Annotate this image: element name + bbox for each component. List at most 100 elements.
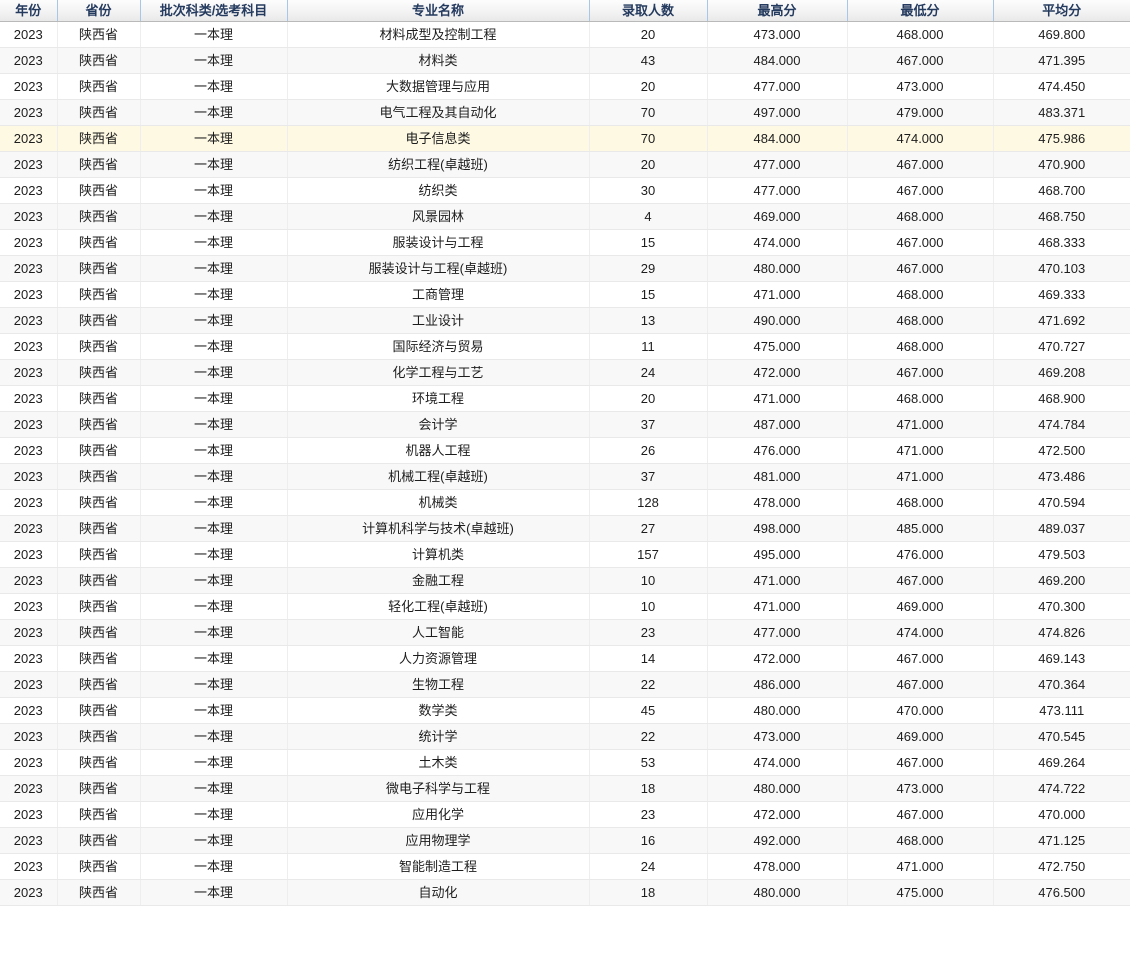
- cell-batch: 一本理: [140, 593, 288, 620]
- cell-min: 473.000: [847, 73, 994, 100]
- cell-year: 2023: [0, 645, 58, 672]
- table-row[interactable]: 2023 陕西省 一本理 智能制造工程 24 478.000 471.000 472.750: [0, 853, 1130, 880]
- cell-prov: 陕西省: [57, 567, 141, 594]
- table-row[interactable]: 2023 陕西省 一本理 环境工程 20 471.000 468.000 468.900: [0, 385, 1130, 412]
- cell-batch: 一本理: [140, 853, 288, 880]
- column-header-major[interactable]: 专业名称: [287, 0, 590, 22]
- table-row[interactable]: 2023 陕西省 一本理 电子信息类 70 484.000 474.000 475.986: [0, 125, 1130, 152]
- cell-major: 人力资源管理: [287, 645, 590, 672]
- cell-batch: 一本理: [140, 333, 288, 360]
- table-row[interactable]: 2023 陕西省 一本理 工商管理 15 471.000 468.000 469.333: [0, 281, 1130, 308]
- cell-major: 服装设计与工程: [287, 229, 590, 256]
- table-row[interactable]: 2023 陕西省 一本理 轻化工程(卓越班) 10 471.000 469.000 470.3…: [0, 593, 1130, 620]
- cell-major: 大数据管理与应用: [287, 73, 590, 100]
- cell-major: 机械类: [287, 489, 590, 516]
- table-row[interactable]: 2023 陕西省 一本理 计算机类 157 495.000 476.000 479.503: [0, 541, 1130, 568]
- table-row[interactable]: 2023 陕西省 一本理 风景园林 4 469.000 468.000 468.750: [0, 203, 1130, 230]
- cell-year: 2023: [0, 489, 58, 516]
- table-row[interactable]: 2023 陕西省 一本理 统计学 22 473.000 469.000 470.545: [0, 723, 1130, 750]
- cell-major: 微电子科学与工程: [287, 775, 590, 802]
- table-row[interactable]: 2023 陕西省 一本理 纺织工程(卓越班) 20 477.000 467.000 470.9…: [0, 151, 1130, 178]
- cell-min: 485.000: [847, 515, 994, 542]
- table-row[interactable]: 2023 陕西省 一本理 服装设计与工程(卓越班) 29 480.000 467.000 47…: [0, 255, 1130, 282]
- cell-batch: 一本理: [140, 437, 288, 464]
- cell-major: 会计学: [287, 411, 590, 438]
- cell-year: 2023: [0, 697, 58, 724]
- table-row[interactable]: 2023 陕西省 一本理 服装设计与工程 15 474.000 467.000 468.333: [0, 229, 1130, 256]
- column-header-count[interactable]: 录取人数: [589, 0, 708, 22]
- cell-prov: 陕西省: [57, 21, 141, 48]
- table-row[interactable]: 2023 陕西省 一本理 人工智能 23 477.000 474.000 474.826: [0, 619, 1130, 646]
- cell-count: 15: [589, 229, 708, 256]
- table-row[interactable]: 2023 陕西省 一本理 人力资源管理 14 472.000 467.000 469.143: [0, 645, 1130, 672]
- cell-count: 11: [589, 333, 708, 360]
- cell-min: 468.000: [847, 281, 994, 308]
- cell-max: 481.000: [707, 463, 848, 490]
- table-row[interactable]: 2023 陕西省 一本理 会计学 37 487.000 471.000 474.784: [0, 411, 1130, 438]
- cell-batch: 一本理: [140, 801, 288, 828]
- cell-count: 37: [589, 411, 708, 438]
- table-row[interactable]: 2023 陕西省 一本理 机械类 128 478.000 468.000 470.594: [0, 489, 1130, 516]
- cell-min: 467.000: [847, 255, 994, 282]
- cell-count: 23: [589, 619, 708, 646]
- table-row[interactable]: 2023 陕西省 一本理 机械工程(卓越班) 37 481.000 471.000 473.4…: [0, 463, 1130, 490]
- cell-min: 467.000: [847, 151, 994, 178]
- column-header-max[interactable]: 最高分: [707, 0, 848, 22]
- column-header-prov[interactable]: 省份: [57, 0, 141, 22]
- cell-year: 2023: [0, 723, 58, 750]
- table-row[interactable]: 2023 陕西省 一本理 材料类 43 484.000 467.000 471.395: [0, 47, 1130, 74]
- cell-batch: 一本理: [140, 671, 288, 698]
- cell-count: 70: [589, 99, 708, 126]
- cell-year: 2023: [0, 125, 58, 152]
- column-header-min[interactable]: 最低分: [847, 0, 994, 22]
- table-row[interactable]: 2023 陕西省 一本理 计算机科学与技术(卓越班) 27 498.000 485.000 4…: [0, 515, 1130, 542]
- cell-min: 471.000: [847, 437, 994, 464]
- table-row[interactable]: 2023 陕西省 一本理 国际经济与贸易 11 475.000 468.000 470.727: [0, 333, 1130, 360]
- table-row[interactable]: 2023 陕西省 一本理 微电子科学与工程 18 480.000 473.000 474.72…: [0, 775, 1130, 802]
- cell-max: 471.000: [707, 567, 848, 594]
- column-header-year[interactable]: 年份: [0, 0, 58, 22]
- cell-max: 490.000: [707, 307, 848, 334]
- table-row[interactable]: 2023 陕西省 一本理 应用物理学 16 492.000 468.000 471.125: [0, 827, 1130, 854]
- cell-prov: 陕西省: [57, 125, 141, 152]
- table-row[interactable]: 2023 陕西省 一本理 金融工程 10 471.000 467.000 469.200: [0, 567, 1130, 594]
- cell-max: 471.000: [707, 281, 848, 308]
- cell-max: 473.000: [707, 723, 848, 750]
- cell-prov: 陕西省: [57, 99, 141, 126]
- table-row[interactable]: 2023 陕西省 一本理 工业设计 13 490.000 468.000 471.692: [0, 307, 1130, 334]
- cell-min: 468.000: [847, 307, 994, 334]
- cell-major: 数学类: [287, 697, 590, 724]
- cell-batch: 一本理: [140, 775, 288, 802]
- column-header-avg[interactable]: 平均分: [993, 0, 1130, 22]
- table-row[interactable]: 2023 陕西省 一本理 材料成型及控制工程 20 473.000 468.000 469.8…: [0, 21, 1130, 48]
- table-row[interactable]: 2023 陕西省 一本理 化学工程与工艺 24 472.000 467.000 469.208: [0, 359, 1130, 386]
- table-row[interactable]: 2023 陕西省 一本理 生物工程 22 486.000 467.000 470.364: [0, 671, 1130, 698]
- table-row[interactable]: 2023 陕西省 一本理 自动化 18 480.000 475.000 476.500: [0, 879, 1130, 906]
- table-row[interactable]: 2023 陕西省 一本理 电气工程及其自动化 70 497.000 479.000 483.3…: [0, 99, 1130, 126]
- table-row[interactable]: 2023 陕西省 一本理 土木类 53 474.000 467.000 469.264: [0, 749, 1130, 776]
- table-row[interactable]: 2023 陕西省 一本理 数学类 45 480.000 470.000 473.111: [0, 697, 1130, 724]
- cell-min: 471.000: [847, 853, 994, 880]
- cell-count: 18: [589, 879, 708, 906]
- column-header-batch[interactable]: 批次科类/选考科目: [140, 0, 288, 22]
- cell-batch: 一本理: [140, 99, 288, 126]
- cell-avg: 468.333: [993, 229, 1130, 256]
- cell-year: 2023: [0, 333, 58, 360]
- cell-major: 生物工程: [287, 671, 590, 698]
- cell-major: 计算机科学与技术(卓越班): [287, 515, 590, 542]
- cell-min: 468.000: [847, 385, 994, 412]
- cell-min: 467.000: [847, 749, 994, 776]
- cell-avg: 479.503: [993, 541, 1130, 568]
- cell-batch: 一本理: [140, 619, 288, 646]
- table-header-row: 年份 省份 批次科类/选考科目 专业名称 录取人数 最高分 最低分 平均分: [0, 0, 1130, 22]
- cell-prov: 陕西省: [57, 489, 141, 516]
- cell-min: 467.000: [847, 47, 994, 74]
- cell-major: 工业设计: [287, 307, 590, 334]
- cell-major: 应用化学: [287, 801, 590, 828]
- cell-avg: 473.111: [993, 697, 1130, 724]
- table-row[interactable]: 2023 陕西省 一本理 纺织类 30 477.000 467.000 468.700: [0, 177, 1130, 204]
- table-row[interactable]: 2023 陕西省 一本理 应用化学 23 472.000 467.000 470.000: [0, 801, 1130, 828]
- table-row[interactable]: 2023 陕西省 一本理 机器人工程 26 476.000 471.000 472.500: [0, 437, 1130, 464]
- table-row[interactable]: 2023 陕西省 一本理 大数据管理与应用 20 477.000 473.000 474.45…: [0, 73, 1130, 100]
- cell-prov: 陕西省: [57, 827, 141, 854]
